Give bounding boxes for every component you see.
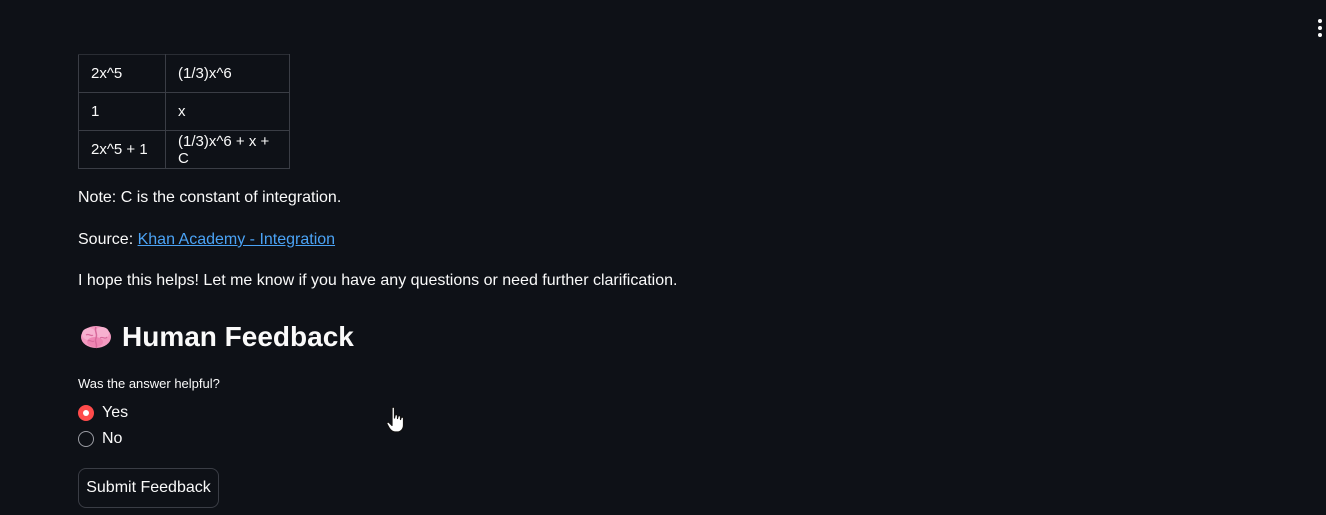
feedback-question: Was the answer helpful?	[78, 376, 220, 391]
radio-dot	[83, 410, 89, 416]
source-line: Source: Khan Academy - Integration	[78, 230, 335, 250]
integration-table: 2x^5 (1/3)x^6 1 x 2x^5 + 1 (1/3)x^6 + x …	[78, 54, 290, 169]
submit-feedback-button[interactable]: Submit Feedback	[78, 468, 219, 508]
table-cell: 2x^5 + 1	[78, 130, 166, 169]
menu-dot	[1318, 26, 1322, 30]
feedback-heading: Human Feedback	[80, 321, 354, 353]
table-cell: x	[165, 92, 290, 131]
table-row: 2x^5 (1/3)x^6	[78, 54, 290, 93]
radio-unselected-icon[interactable]	[78, 431, 94, 447]
table-cell: 1	[78, 92, 166, 131]
source-link[interactable]: Khan Academy - Integration	[138, 231, 335, 248]
radio-option-no[interactable]: No	[78, 430, 122, 448]
main-menu-button[interactable]	[1313, 18, 1326, 38]
table-row: 2x^5 + 1 (1/3)x^6 + x + C	[78, 130, 290, 169]
table-cell: (1/3)x^6	[165, 54, 290, 93]
hand-pointer-icon	[386, 406, 406, 434]
radio-option-yes[interactable]: Yes	[78, 404, 128, 422]
table-row: 1 x	[78, 92, 290, 131]
note-text: Note: C is the constant of integration.	[78, 189, 342, 206]
radio-label-no: No	[102, 430, 123, 447]
heading-text: Human Feedback	[122, 321, 354, 352]
closing-text: I hope this helps! Let me know if you ha…	[78, 272, 678, 289]
radio-label-yes: Yes	[102, 404, 129, 421]
menu-dot	[1318, 33, 1322, 37]
menu-dot	[1318, 19, 1322, 23]
table-cell: (1/3)x^6 + x + C	[165, 130, 290, 169]
table-cell: 2x^5	[78, 54, 166, 93]
app-page: 2x^5 (1/3)x^6 1 x 2x^5 + 1 (1/3)x^6 + x …	[0, 0, 1326, 515]
radio-selected-icon[interactable]	[78, 405, 94, 421]
source-label: Source:	[78, 231, 138, 248]
brain-icon	[80, 322, 112, 352]
